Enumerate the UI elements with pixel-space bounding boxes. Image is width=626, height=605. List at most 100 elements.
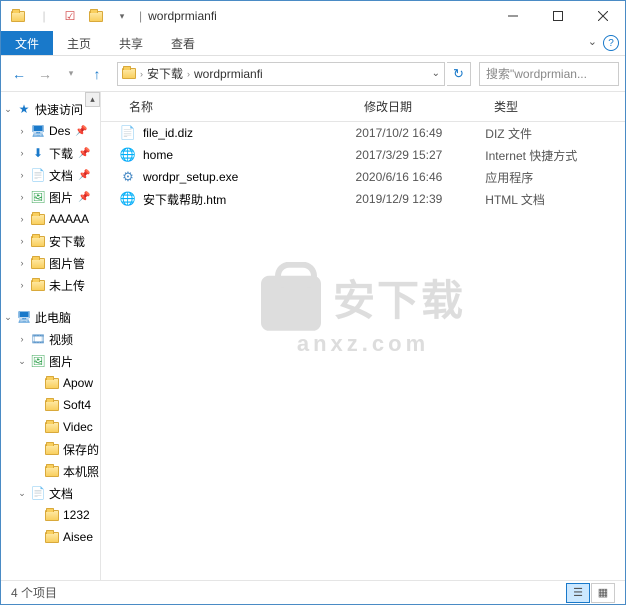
maximize-button[interactable] bbox=[535, 2, 580, 31]
sidebar-item[interactable]: Videc bbox=[1, 416, 100, 438]
file-date: 2017/10/2 16:49 bbox=[356, 126, 486, 140]
address-dropdown-icon[interactable]: ⌄ bbox=[432, 68, 440, 79]
watermark: 安下载 anxz.com bbox=[261, 266, 465, 356]
picture-icon: 🖼 bbox=[30, 189, 46, 205]
file-name: home bbox=[143, 148, 356, 162]
folder-icon bbox=[30, 211, 46, 227]
sidebar-item[interactable]: ›🖥Des📌 bbox=[1, 120, 100, 142]
sidebar-item[interactable]: 1232 bbox=[1, 504, 100, 526]
tab-share[interactable]: 共享 bbox=[105, 31, 157, 55]
folder-icon bbox=[44, 441, 60, 457]
folder-icon bbox=[30, 277, 46, 293]
chevron-icon[interactable]: › bbox=[17, 334, 27, 344]
chevron-down-icon[interactable]: ⌄ bbox=[3, 312, 13, 323]
file-row[interactable]: 🌐安下载帮助.htm2019/12/9 12:39HTML 文档 bbox=[101, 188, 625, 210]
back-button[interactable]: ← bbox=[7, 62, 31, 86]
folder-icon bbox=[44, 397, 60, 413]
up-button[interactable]: ↑ bbox=[85, 62, 109, 86]
folder-icon bbox=[44, 529, 60, 545]
file-row[interactable]: ⚙wordpr_setup.exe2020/6/16 16:46应用程序 bbox=[101, 166, 625, 188]
sidebar-thispc[interactable]: ⌄ 🖥 此电脑 bbox=[1, 306, 100, 328]
folder-icon bbox=[122, 68, 136, 79]
file-list: 📄file_id.diz2017/10/2 16:49DIZ 文件🌐home20… bbox=[101, 122, 625, 210]
forward-button[interactable]: → bbox=[33, 62, 57, 86]
navbar: ← → ▾ ↑ › 安下载 › wordprmianfi ⌄ ↻ bbox=[1, 56, 625, 92]
breadcrumb-sep-icon[interactable]: › bbox=[187, 69, 190, 79]
tab-file[interactable]: 文件 bbox=[1, 31, 53, 55]
window-title: wordprmianfi bbox=[148, 9, 217, 23]
breadcrumb-sep-icon[interactable]: › bbox=[140, 69, 143, 79]
folder-icon bbox=[44, 375, 60, 391]
htm-icon: 🌐 bbox=[119, 190, 137, 208]
column-date[interactable]: 修改日期 bbox=[356, 98, 486, 115]
file-type: HTML 文档 bbox=[485, 191, 625, 208]
ribbon-tabs: 文件 主页 共享 查看 ⌄ ? bbox=[1, 31, 625, 56]
sidebar-item[interactable]: ›AAAAA bbox=[1, 208, 100, 230]
minimize-button[interactable] bbox=[490, 2, 535, 31]
navigation-pane: ▴ ⌄ ★ 快速访问 ›🖥Des📌›⬇下载📌›📄文档📌›🖼图片📌›AAAAA›安… bbox=[1, 92, 101, 580]
expand-ribbon-icon[interactable]: ⌄ bbox=[588, 35, 597, 48]
scroll-up-icon[interactable]: ▴ bbox=[85, 92, 100, 107]
sidebar-item[interactable]: ›🖼图片📌 bbox=[1, 186, 100, 208]
tab-view[interactable]: 查看 bbox=[157, 31, 209, 55]
folder-icon bbox=[44, 419, 60, 435]
sidebar-item[interactable]: Apow bbox=[1, 372, 100, 394]
folder-icon bbox=[30, 233, 46, 249]
file-date: 2020/6/16 16:46 bbox=[356, 170, 486, 184]
file-icon: 📄 bbox=[119, 124, 137, 142]
address-bar[interactable]: › 安下载 › wordprmianfi ⌄ bbox=[117, 62, 445, 86]
search-box[interactable] bbox=[479, 62, 619, 86]
titlebar: | ☑ ▾ | wordprmianfi bbox=[1, 1, 625, 31]
chevron-icon[interactable]: ⌄ bbox=[17, 356, 27, 367]
sidebar-item[interactable]: ›🎞视频 bbox=[1, 328, 100, 350]
help-icon[interactable]: ? bbox=[603, 35, 619, 51]
sidebar-item[interactable]: ›⬇下载📌 bbox=[1, 142, 100, 164]
sidebar-item[interactable]: ›图片管 bbox=[1, 252, 100, 274]
file-row[interactable]: 🌐home2017/3/29 15:27Internet 快捷方式 bbox=[101, 144, 625, 166]
folder-icon bbox=[30, 255, 46, 271]
file-name: wordpr_setup.exe bbox=[143, 170, 356, 184]
tab-home[interactable]: 主页 bbox=[53, 31, 105, 55]
refresh-button[interactable]: ↻ bbox=[447, 62, 471, 86]
download-icon: ⬇ bbox=[30, 145, 46, 161]
breadcrumb[interactable]: wordprmianfi bbox=[194, 67, 263, 81]
sidebar-item[interactable]: 保存的 bbox=[1, 438, 100, 460]
sidebar-item[interactable]: Aisee bbox=[1, 526, 100, 548]
explorer-window: | ☑ ▾ | wordprmianfi 文件 主页 共享 查看 ⌄ ? ← →… bbox=[0, 0, 626, 605]
sidebar-item[interactable]: ⌄🖼图片 bbox=[1, 350, 100, 372]
doc-icon: 📄 bbox=[30, 485, 46, 501]
view-icons-button[interactable]: ▦ bbox=[591, 583, 615, 603]
search-input[interactable] bbox=[486, 67, 612, 81]
title-divider: | bbox=[139, 9, 142, 23]
sidebar-item[interactable]: Soft4 bbox=[1, 394, 100, 416]
chevron-down-icon[interactable]: ⌄ bbox=[17, 488, 27, 499]
sidebar-item[interactable]: ›未上传 bbox=[1, 274, 100, 296]
status-bar: 4 个项目 ☰ ▦ bbox=[1, 580, 625, 604]
file-name: 安下载帮助.htm bbox=[143, 191, 356, 208]
chevron-down-icon[interactable]: ⌄ bbox=[3, 104, 13, 115]
bag-icon bbox=[261, 276, 321, 331]
qat-properties-icon[interactable]: ☑ bbox=[59, 5, 81, 27]
close-button[interactable] bbox=[580, 2, 625, 31]
picture-icon: 🖼 bbox=[30, 353, 46, 369]
status-text: 4 个项目 bbox=[11, 584, 57, 601]
file-type: 应用程序 bbox=[485, 169, 625, 186]
file-row[interactable]: 📄file_id.diz2017/10/2 16:49DIZ 文件 bbox=[101, 122, 625, 144]
breadcrumb[interactable]: 安下载 bbox=[147, 65, 183, 82]
file-type: Internet 快捷方式 bbox=[485, 147, 625, 164]
qat-dropdown-icon[interactable]: ▾ bbox=[111, 5, 133, 27]
sidebar-item[interactable]: ›安下载 bbox=[1, 230, 100, 252]
sidebar-item-docs[interactable]: ⌄ 📄 文档 bbox=[1, 482, 100, 504]
file-type: DIZ 文件 bbox=[485, 125, 625, 142]
column-name[interactable]: 名称 bbox=[101, 98, 356, 115]
sidebar-item[interactable]: ›📄文档📌 bbox=[1, 164, 100, 186]
folder-icon bbox=[44, 463, 60, 479]
qat-separator: | bbox=[33, 5, 55, 27]
folder-icon bbox=[85, 5, 107, 27]
view-details-button[interactable]: ☰ bbox=[566, 583, 590, 603]
recent-dropdown-icon[interactable]: ▾ bbox=[59, 62, 83, 86]
sidebar-item[interactable]: 本机照 bbox=[1, 460, 100, 482]
video-icon: 🎞 bbox=[30, 331, 46, 347]
column-type[interactable]: 类型 bbox=[486, 98, 616, 115]
star-icon: ★ bbox=[16, 101, 32, 117]
